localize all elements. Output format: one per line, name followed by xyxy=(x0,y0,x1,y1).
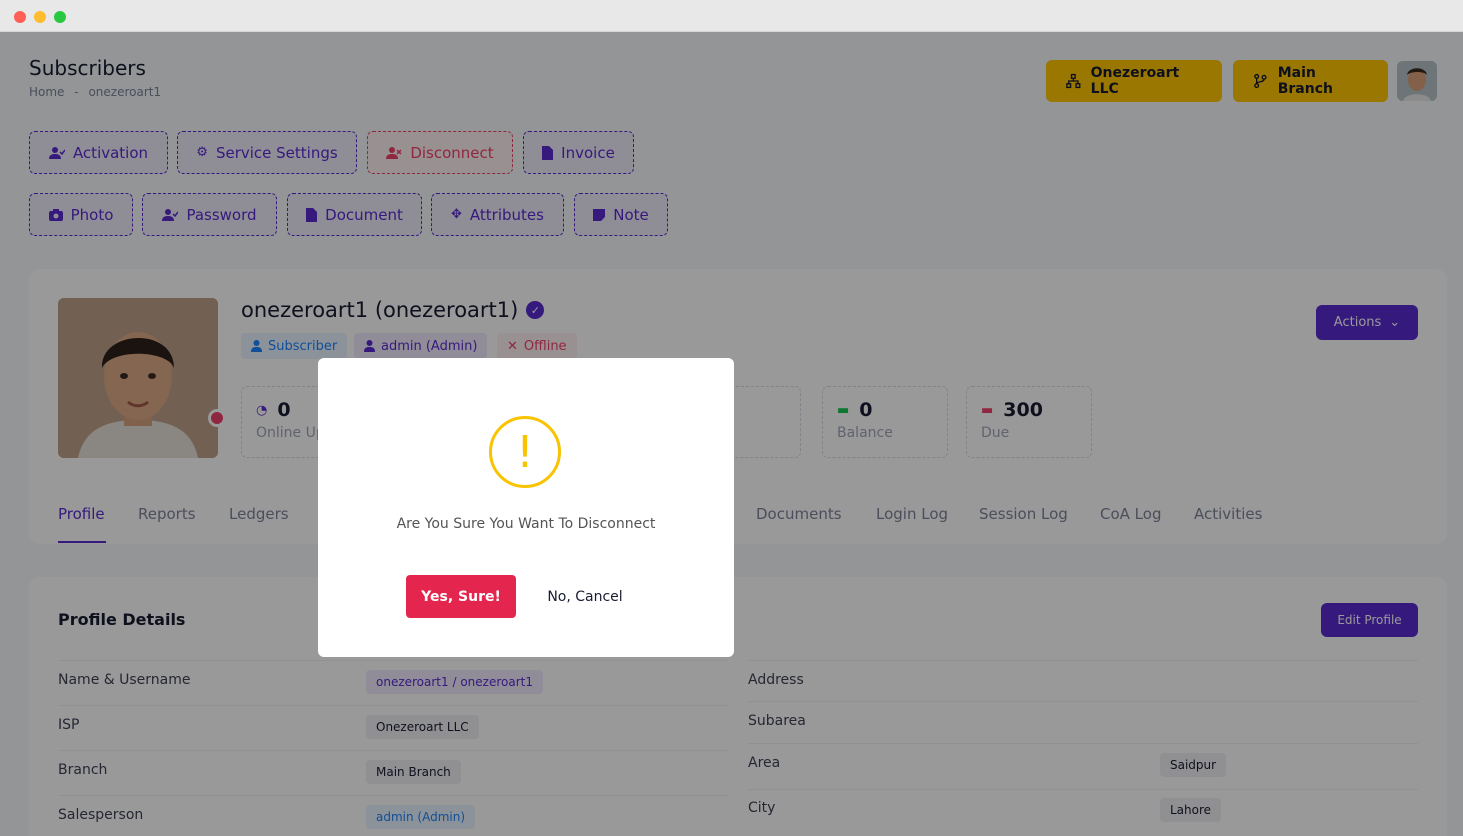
cancel-button[interactable]: No, Cancel xyxy=(530,575,640,618)
window-minimize-button[interactable] xyxy=(34,11,46,23)
window-maximize-button[interactable] xyxy=(54,11,66,23)
window-titlebar xyxy=(0,0,1463,32)
confirm-disconnect-modal: ! Are You Sure You Want To Disconnect Ye… xyxy=(318,358,734,657)
confirm-button[interactable]: Yes, Sure! xyxy=(406,575,516,618)
window-close-button[interactable] xyxy=(14,11,26,23)
warning-icon: ! xyxy=(489,416,561,488)
app-content: Subscribers Home - onezeroart1 Onezeroar… xyxy=(0,32,1463,836)
modal-message: Are You Sure You Want To Disconnect xyxy=(396,516,656,532)
